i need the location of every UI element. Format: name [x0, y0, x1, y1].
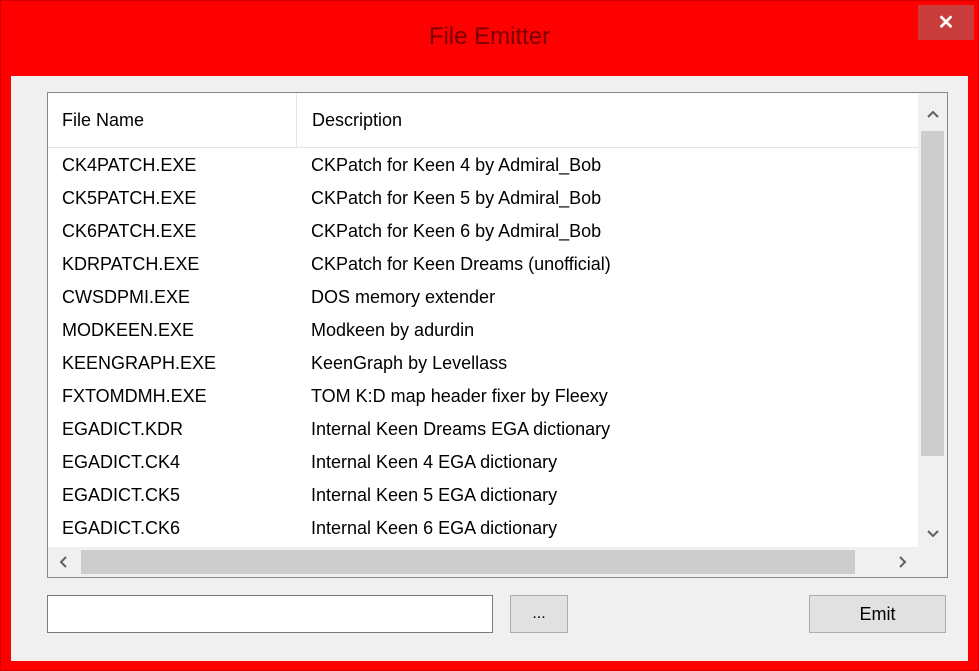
list-item[interactable]: CK6PATCH.EXE CKPatch for Keen 6 by Admira… — [48, 216, 918, 249]
horizontal-scroll-thumb[interactable] — [81, 550, 855, 574]
description-cell: CKPatch for Keen 6 by Admiral_Bob — [311, 221, 602, 241]
file-name-cell: EGADICT.CK4 — [62, 452, 181, 472]
description-cell: DOS memory extender — [311, 287, 496, 307]
description-cell: Internal Keen 4 EGA dictionary — [311, 452, 558, 472]
horizontal-scrollbar[interactable] — [48, 547, 918, 577]
close-button[interactable]: ✕ — [918, 5, 974, 40]
path-input[interactable] — [47, 595, 493, 633]
vertical-scroll-thumb[interactable] — [921, 131, 944, 456]
file-name-cell: MODKEEN.EXE — [62, 320, 195, 340]
chevron-down-icon[interactable] — [918, 517, 947, 551]
list-item[interactable]: EGADICT.CK6 Internal Keen 6 EGA dictionar… — [48, 513, 918, 546]
list-item[interactable]: EGADICT.CK5 Internal Keen 5 EGA dictionar… — [48, 480, 918, 513]
list-item[interactable]: KDRPATCH.EXE CKPatch for Keen Dreams (uno… — [48, 249, 918, 282]
file-name-cell: CK4PATCH.EXE — [62, 155, 197, 175]
file-name-cell: FXTOMDMH.EXE — [62, 386, 207, 406]
file-name-cell: EGADICT.CK5 — [62, 485, 181, 505]
vertical-scrollbar[interactable] — [918, 93, 947, 547]
browse-button[interactable]: ... — [510, 595, 568, 633]
chevron-right-icon[interactable] — [888, 547, 918, 577]
list-item[interactable]: EGADICT.CK4 Internal Keen 4 EGA dictionar… — [48, 447, 918, 480]
list-item[interactable]: CK4PATCH.EXE CKPatch for Keen 4 by Admira… — [48, 150, 918, 183]
file-name-cell: EGADICT.CK6 — [62, 518, 181, 538]
close-icon: ✕ — [937, 12, 955, 34]
emit-button[interactable]: Emit — [809, 595, 946, 633]
list-item[interactable]: FXTOMDMH.EXE TOM K:D map header fixer by … — [48, 381, 918, 414]
title-bar[interactable]: File Emitter ✕ — [1, 1, 978, 76]
chevron-left-icon[interactable] — [48, 547, 78, 577]
list-item[interactable]: KEENGRAPH.EXE KeenGraph by Levellass — [48, 348, 918, 381]
list-item[interactable]: CK5PATCH.EXE CKPatch for Keen 5 by Admira… — [48, 183, 918, 216]
description-cell: Internal Keen 5 EGA dictionary — [311, 485, 558, 505]
file-name-cell: CWSDPMI.EXE — [62, 287, 191, 307]
list-rows: CK4PATCH.EXE CKPatch for Keen 4 by Admira… — [48, 150, 918, 546]
description-cell: CKPatch for Keen 4 by Admiral_Bob — [311, 155, 602, 175]
file-name-cell: CK5PATCH.EXE — [62, 188, 197, 208]
description-cell: Internal Keen Dreams EGA dictionary — [311, 419, 611, 439]
list-item[interactable]: CWSDPMI.EXE DOS memory extender — [48, 282, 918, 315]
file-name-cell: KEENGRAPH.EXE — [62, 353, 217, 373]
file-name-cell: KDRPATCH.EXE — [62, 254, 200, 274]
list-item[interactable]: EGADICT.KDR Internal Keen Dreams EGA dict… — [48, 414, 918, 447]
description-cell: TOM K:D map header fixer by Fleexy — [311, 386, 608, 406]
column-header-file-name[interactable]: File Name — [48, 93, 297, 147]
file-name-cell: CK6PATCH.EXE — [62, 221, 197, 241]
list-item[interactable]: MODKEEN.EXE Modkeen by adurdin — [48, 315, 918, 348]
file-emitter-window: File Emitter ✕ File Name Description CK4… — [0, 0, 979, 671]
description-cell: Internal Keen 6 EGA dictionary — [311, 518, 558, 538]
description-cell: CKPatch for Keen 5 by Admiral_Bob — [311, 188, 602, 208]
chevron-up-icon[interactable] — [918, 97, 947, 131]
column-header-description[interactable]: Description — [298, 93, 918, 147]
list-header: File Name Description — [48, 93, 918, 147]
file-list[interactable]: File Name Description CK4PATCH.EXE CKPatc… — [47, 92, 948, 578]
client-area: File Name Description CK4PATCH.EXE CKPatc… — [11, 76, 968, 661]
description-cell: KeenGraph by Levellass — [311, 353, 508, 373]
description-cell: CKPatch for Keen Dreams (unofficial) — [311, 254, 611, 274]
scrollbar-corner — [918, 547, 947, 577]
description-cell: Modkeen by adurdin — [311, 320, 475, 340]
file-name-cell: EGADICT.KDR — [62, 419, 184, 439]
header-divider — [48, 147, 918, 148]
window-title: File Emitter — [428, 23, 551, 50]
